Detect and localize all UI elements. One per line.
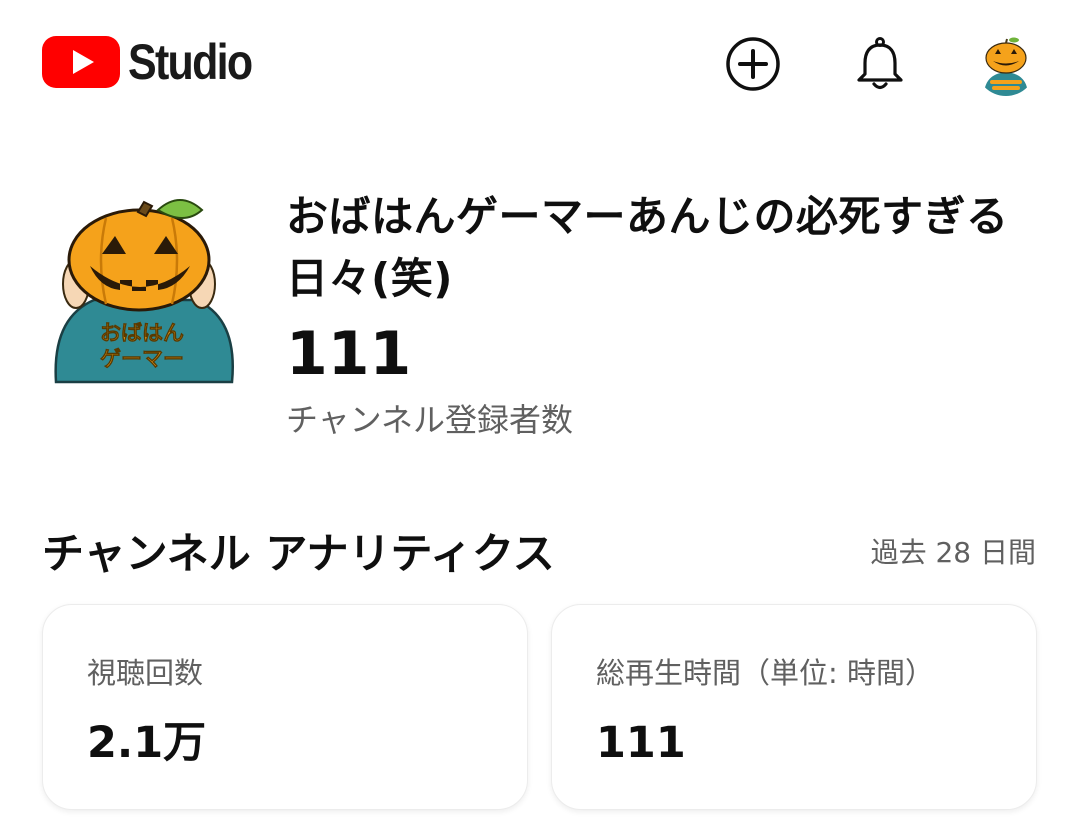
views-card[interactable]: 視聴回数 2.1万 (42, 604, 528, 810)
channel-info: おばはんゲーマーあんじの必死すぎる日々(笑) 111 チャンネル登録者数 (286, 186, 1026, 442)
avatar-text-top: おばはん (100, 321, 184, 345)
studio-logo[interactable]: Studio (42, 34, 272, 90)
analytics-title: チャンネル アナリティクス (42, 529, 555, 578)
subscriber-count: 111 (286, 319, 412, 389)
channel-name[interactable]: おばはんゲーマーあんじの必死すぎる日々(笑) (286, 186, 1026, 310)
create-plus-icon (726, 37, 780, 91)
pumpkin-avatar-icon: おばはん ゲーマー (54, 199, 234, 384)
bell-icon (857, 37, 903, 90)
pumpkin-avatar-icon (976, 36, 1036, 96)
watch-time-label: 総再生時間（単位: 時間） (596, 656, 934, 690)
channel-avatar[interactable]: おばはん ゲーマー (46, 196, 242, 386)
account-avatar[interactable] (976, 36, 1036, 96)
watch-time-value: 111 (596, 718, 686, 768)
youtube-play-icon (42, 36, 120, 88)
subscriber-label: チャンネル登録者数 (286, 401, 574, 439)
notifications-button[interactable] (852, 36, 908, 92)
views-label: 視聴回数 (87, 656, 204, 690)
studio-header: Studio (0, 0, 1080, 130)
studio-logo-text: Studio (128, 34, 253, 90)
create-button[interactable] (725, 36, 781, 92)
views-value: 2.1万 (87, 718, 207, 768)
watch-time-card[interactable]: 総再生時間（単位: 時間） 111 (551, 604, 1037, 810)
analytics-period: 過去 28 日間 (870, 536, 1036, 569)
avatar-text-bottom: ゲーマー (100, 347, 184, 371)
